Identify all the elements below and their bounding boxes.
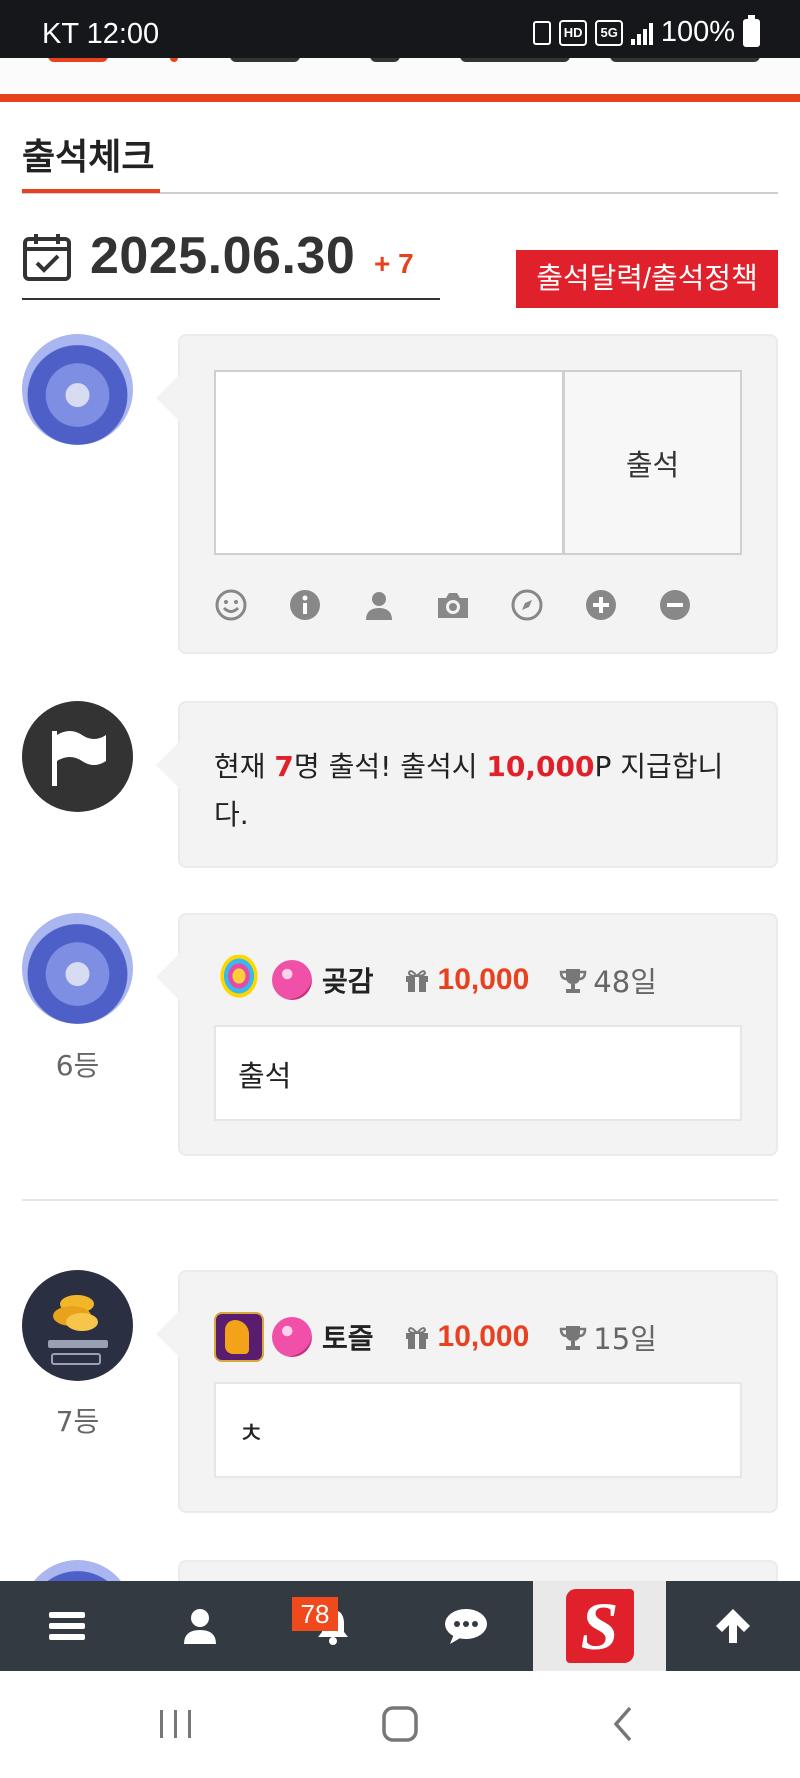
attendee-count: 7 — [274, 750, 294, 783]
attendance-increment: + 7 — [374, 248, 414, 279]
attendance-message-input[interactable] — [214, 370, 564, 555]
back-icon — [613, 1706, 632, 1742]
system-nav — [0, 1671, 800, 1778]
menu-fragment — [460, 58, 570, 62]
back-button[interactable] — [594, 1699, 654, 1749]
nickname[interactable]: 곶감 — [322, 960, 374, 1000]
header-rule — [0, 94, 800, 102]
gift-icon — [405, 970, 428, 992]
home-button[interactable] — [370, 1699, 430, 1749]
site-logo-button[interactable]: S — [533, 1581, 666, 1671]
user-icon — [183, 1609, 216, 1644]
smile-icon[interactable] — [214, 588, 248, 622]
status-bar: KT 12:00 HD 5G 100% — [0, 0, 800, 58]
chat-button[interactable] — [399, 1581, 532, 1671]
attendance-date: 2025.06.30 — [90, 227, 356, 285]
notice-prefix: 현재 — [214, 750, 275, 783]
candy-icon — [272, 1317, 312, 1357]
entry-header: 토즐 10,000 15일 — [214, 1312, 657, 1362]
arrow-up-icon — [716, 1609, 750, 1643]
trophy-icon — [560, 1326, 587, 1350]
composer-toolbar — [214, 588, 692, 622]
title-underline — [22, 189, 160, 193]
reward-points: 10,000 — [486, 750, 595, 783]
sim-icon — [532, 20, 551, 45]
menu-button[interactable] — [0, 1581, 133, 1671]
entry-message: ㅊ — [214, 1382, 742, 1478]
info-icon[interactable] — [288, 588, 322, 622]
signal-icon — [630, 21, 653, 45]
coin-image — [48, 1295, 108, 1365]
attendance-notice: 현재 7명 출석! 출석시 10,000P 지급합니다. — [156, 701, 778, 868]
avatar[interactable] — [22, 913, 133, 1024]
menu-fragment — [230, 58, 300, 62]
network-icon: 5G — [595, 19, 623, 46]
camera-icon[interactable] — [436, 588, 470, 622]
menu-fragment — [370, 58, 400, 62]
menu-fragment — [170, 58, 178, 62]
scroll-top-button[interactable] — [666, 1581, 800, 1671]
site-logo: S — [565, 1589, 634, 1663]
menu-fragment — [48, 58, 108, 62]
attendance-rank: 6등 — [55, 1049, 100, 1082]
home-icon — [382, 1706, 418, 1742]
attendance-submit-button[interactable]: 출석 — [563, 370, 742, 555]
page-title: 출석체크 — [22, 137, 155, 178]
date-bar: 2025.06.30 + 7 — [22, 226, 440, 300]
attendance-composer: 출석 — [156, 334, 778, 654]
nickname[interactable]: 토즐 — [322, 1317, 374, 1357]
calendar-check-icon[interactable] — [22, 232, 72, 282]
bottom-nav: 78 S — [0, 1581, 800, 1671]
recent-apps-button[interactable] — [146, 1699, 206, 1749]
hamburger-icon — [48, 1612, 85, 1640]
top-menu[interactable] — [0, 58, 800, 94]
notification-badge: 78 — [292, 1597, 338, 1631]
user-icon[interactable] — [362, 588, 396, 622]
plus-circle-icon[interactable] — [584, 588, 618, 622]
attendance-entry: 곶감 10,000 48일 출석 — [156, 913, 778, 1156]
entry-divider — [22, 1199, 778, 1201]
compass-icon[interactable] — [510, 588, 544, 622]
chat-icon — [444, 1609, 487, 1644]
entry-message: 출석 — [214, 1025, 742, 1121]
candy-icon — [272, 960, 312, 1000]
recent-apps-icon — [160, 1710, 191, 1738]
avatar — [22, 334, 133, 445]
carrier-time: KT 12:00 — [42, 18, 160, 50]
notice-avatar — [22, 701, 133, 812]
earned-points: 10,000 — [437, 1320, 530, 1353]
trophy-icon — [560, 969, 587, 993]
attendance-policy-button[interactable]: 출석달력/출석정책 — [516, 250, 778, 308]
level-dino-icon — [214, 1312, 264, 1362]
minus-circle-icon[interactable] — [658, 588, 692, 622]
menu-fragment — [610, 58, 760, 62]
level-egg-icon — [214, 955, 264, 1005]
notice-text: 현재 7명 출석! 출석시 10,000P 지급합니다. — [214, 743, 744, 839]
entry-header: 곶감 10,000 48일 — [214, 955, 657, 1005]
battery-percent: 100% — [660, 16, 735, 48]
consecutive-days: 15일 — [593, 1322, 657, 1356]
notice-mid: 명 출석! 출석시 — [293, 750, 487, 783]
flag-icon — [52, 731, 106, 786]
profile-button[interactable] — [133, 1581, 266, 1671]
battery-icon — [743, 14, 760, 47]
status-icons: HD 5G 100% — [532, 14, 760, 49]
attendance-entry: 토즐 10,000 15일 ㅊ — [156, 1270, 778, 1513]
gift-icon — [405, 1327, 428, 1349]
avatar[interactable] — [22, 1270, 133, 1381]
consecutive-days: 48일 — [593, 965, 657, 999]
earned-points: 10,000 — [437, 963, 530, 996]
hd-icon: HD — [558, 19, 588, 46]
attendance-rank: 7등 — [55, 1405, 100, 1438]
